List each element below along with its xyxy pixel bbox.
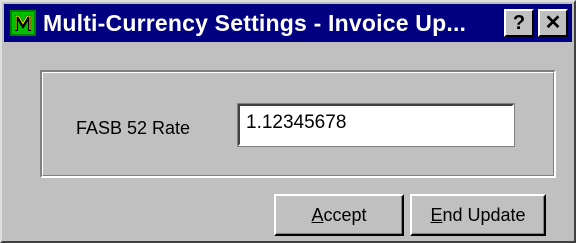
end-update-button[interactable]: End Update	[410, 194, 546, 236]
close-button[interactable]: ✕	[538, 9, 568, 37]
accept-mnemonic: A	[311, 204, 324, 225]
close-icon: ✕	[544, 12, 562, 34]
accept-button[interactable]: Accept	[274, 194, 404, 236]
window-title: Multi-Currency Settings - Invoice Up...	[43, 9, 467, 36]
title-bar[interactable]: Multi-Currency Settings - Invoice Up... …	[4, 4, 572, 42]
app-icon	[9, 9, 37, 37]
end-update-label: nd Update	[442, 204, 526, 225]
help-button[interactable]: ?	[504, 9, 534, 37]
fasb-rate-input[interactable]: 1.12345678	[237, 103, 515, 147]
end-update-mnemonic: E	[430, 204, 443, 225]
accept-label: ccept	[323, 204, 367, 225]
app-logo-icon	[10, 10, 36, 36]
fasb-rate-label: FASB 52 Rate	[76, 118, 191, 138]
dialog-window: Multi-Currency Settings - Invoice Up... …	[0, 0, 576, 243]
